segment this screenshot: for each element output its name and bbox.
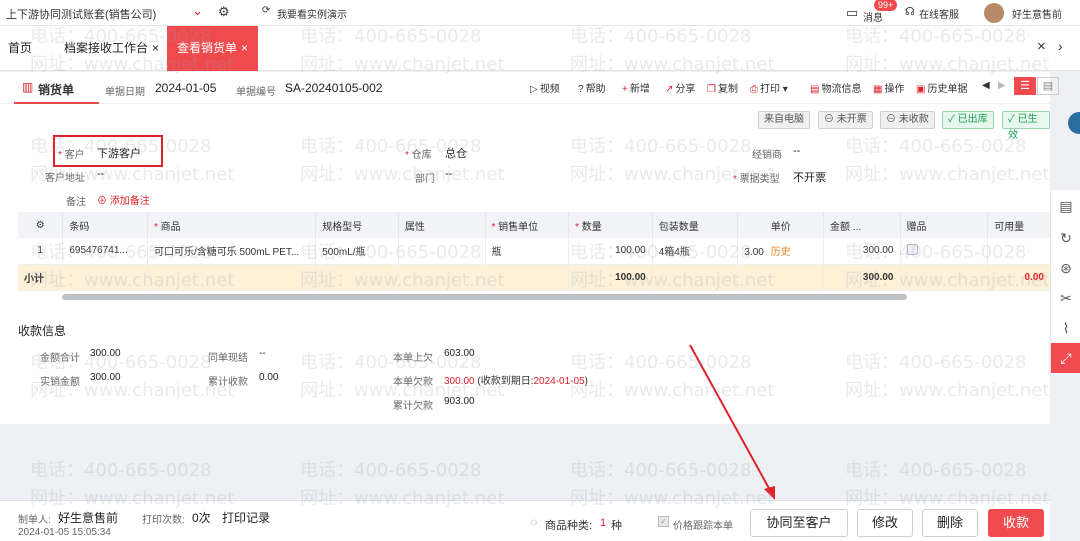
refresh-icon[interactable]: ↻: [1058, 230, 1074, 246]
footer-bar: 制单人: 好生意售前 2024-01-05 15:05:34 打印次数: 0次 …: [0, 500, 1050, 541]
scissors-icon[interactable]: ✂: [1058, 290, 1074, 306]
track-label: 价格跟踪本单: [673, 521, 733, 532]
info-icon: ◌: [530, 515, 538, 529]
dollar-icon[interactable]: ⊛: [1058, 260, 1074, 276]
paperclip-icon[interactable]: ⌇: [1058, 320, 1074, 336]
annotation-arrow: [689, 344, 775, 500]
kinds-unit: 种: [611, 520, 622, 532]
sync-to-customer-button[interactable]: 协同至客户: [750, 509, 848, 537]
maker-value: 好生意售前: [58, 511, 119, 525]
created-time: 2024-01-05 15:05:34: [18, 527, 111, 538]
track-checkbox[interactable]: ✓: [658, 516, 669, 527]
maker-label: 制单人:: [18, 515, 51, 526]
print-count-label: 打印次数:: [142, 515, 185, 526]
side-toolbar: ▤ ↻ ⊛ ✂ ⌇ ⤢: [1050, 190, 1080, 375]
delete-button[interactable]: 删除: [922, 509, 978, 537]
document-icon[interactable]: ▤: [1058, 198, 1074, 214]
edit-button[interactable]: 修改: [857, 509, 913, 537]
print-record-link[interactable]: 打印记录: [222, 509, 270, 526]
expand-icon[interactable]: ⤢: [1051, 343, 1080, 373]
kinds-label: 商品种类:: [545, 520, 593, 532]
collect-button[interactable]: 收款: [988, 509, 1044, 537]
kinds-value: 1: [600, 517, 607, 529]
print-count-value: 0次: [192, 511, 211, 525]
